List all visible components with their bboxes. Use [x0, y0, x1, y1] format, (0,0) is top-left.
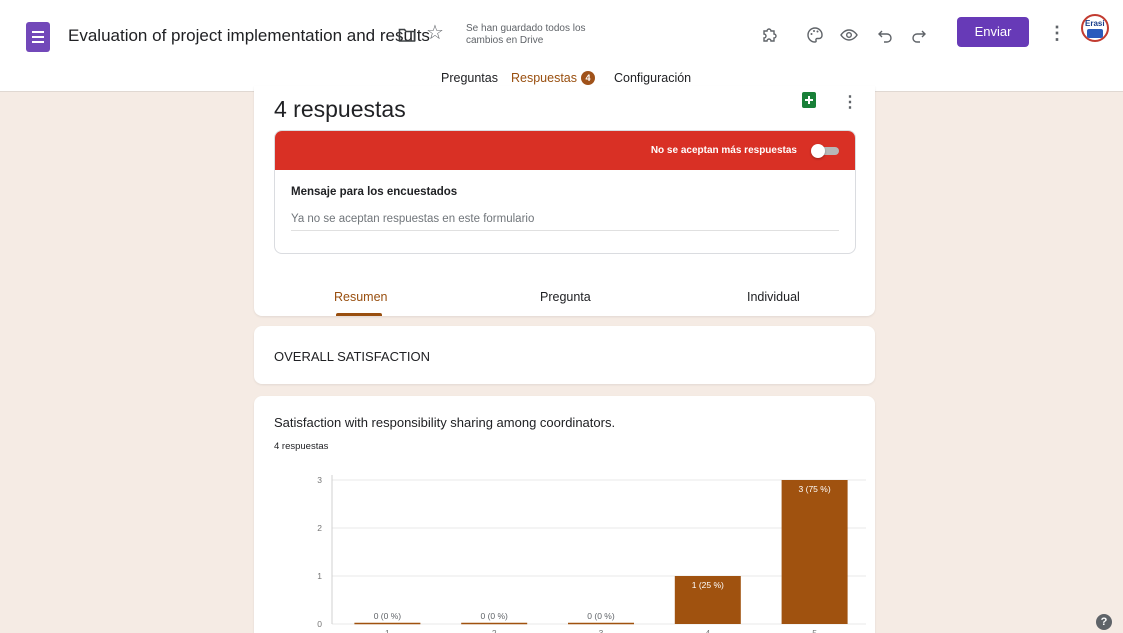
closed-label: No se aceptan más respuestas [650, 145, 797, 156]
data-label: 0 (0 %) [480, 611, 508, 621]
google-sheets-icon[interactable] [802, 92, 816, 108]
data-label: 0 (0 %) [374, 611, 402, 621]
document-title[interactable]: Evaluation of project implementation and… [68, 26, 430, 46]
subtab-pregunta[interactable]: Pregunta [540, 290, 591, 304]
data-label: 0 (0 %) [587, 611, 615, 621]
x-tick-label: 2 [492, 628, 497, 633]
addons-puzzle-icon[interactable] [759, 25, 781, 47]
save-status: Se han guardado todos los cambios en Dri… [466, 23, 586, 46]
subtab-resumen[interactable]: Resumen [334, 290, 388, 304]
tab-preguntas-label: Preguntas [441, 71, 498, 85]
accepting-responses-toggle[interactable] [811, 144, 839, 158]
y-tick-label: 0 [317, 619, 322, 629]
preview-eye-icon[interactable] [838, 25, 860, 47]
x-tick-label: 5 [812, 628, 817, 633]
tab-configuracion-label: Configuración [614, 71, 692, 85]
subtab-indicator [336, 313, 382, 316]
section-header-card: OVERALL SATISFACTION [254, 326, 875, 384]
forms-logo-icon[interactable] [26, 22, 50, 52]
toggle-knob [811, 144, 825, 158]
bar-chart-svg: 0 1 2 3 0 (0 %) 1 0 (0 %) 2 0 (0 %) 3 1 (25 %) 4 3 (… [317, 475, 866, 633]
y-tick-label: 2 [317, 523, 322, 533]
question-summary-card: Satisfaction with responsibility sharing… [254, 396, 875, 633]
folder-icon[interactable] [398, 27, 416, 43]
redo-icon[interactable] [908, 25, 930, 47]
more-options-icon[interactable]: ⋮ [1048, 22, 1066, 44]
palette-icon[interactable] [804, 25, 826, 47]
respondent-message-input[interactable]: Ya no se aceptan respuestas en este form… [291, 213, 839, 231]
data-label: 3 (75 %) [799, 484, 831, 494]
closed-banner: No se aceptan más respuestas [275, 131, 855, 170]
message-label: Mensaje para los encuestados [291, 186, 458, 198]
y-tick-label: 1 [317, 571, 322, 581]
bar-chart: 0 1 2 3 0 (0 %) 1 0 (0 %) 2 0 (0 %) 3 1 (25 %) 4 3 (… [254, 396, 875, 633]
responses-badge: 4 [581, 71, 596, 85]
response-count-heading: 4 respuestas [274, 96, 406, 122]
account-avatar[interactable]: Erasi [1081, 14, 1109, 42]
x-tick-label: 4 [705, 628, 710, 633]
send-button[interactable]: Enviar [957, 17, 1029, 47]
help-icon[interactable]: ? [1096, 614, 1112, 630]
avatar-text: Erasi [1085, 19, 1105, 28]
avatar-flag-icon [1087, 29, 1103, 38]
undo-icon[interactable] [874, 25, 896, 47]
tab-respuestas-label: Respuestas [511, 71, 578, 85]
star-icon[interactable]: ☆ [426, 23, 444, 43]
x-tick-label: 3 [599, 628, 604, 633]
bar-5 [781, 480, 848, 624]
responses-more-icon[interactable]: ⋮ [842, 92, 858, 112]
subtab-individual[interactable]: Individual [747, 290, 800, 304]
accepting-responses-panel: No se aceptan más respuestas Mensaje par… [274, 130, 856, 254]
data-label: 1 (25 %) [692, 580, 724, 590]
x-tick-label: 1 [385, 628, 390, 633]
y-tick-label: 3 [317, 475, 322, 485]
section-title: OVERALL SATISFACTION [274, 349, 431, 364]
top-bar: Evaluation of project implementation and… [0, 0, 1123, 92]
responses-summary-card: 4 respuestas ⋮ No se aceptan más respues… [254, 86, 875, 316]
